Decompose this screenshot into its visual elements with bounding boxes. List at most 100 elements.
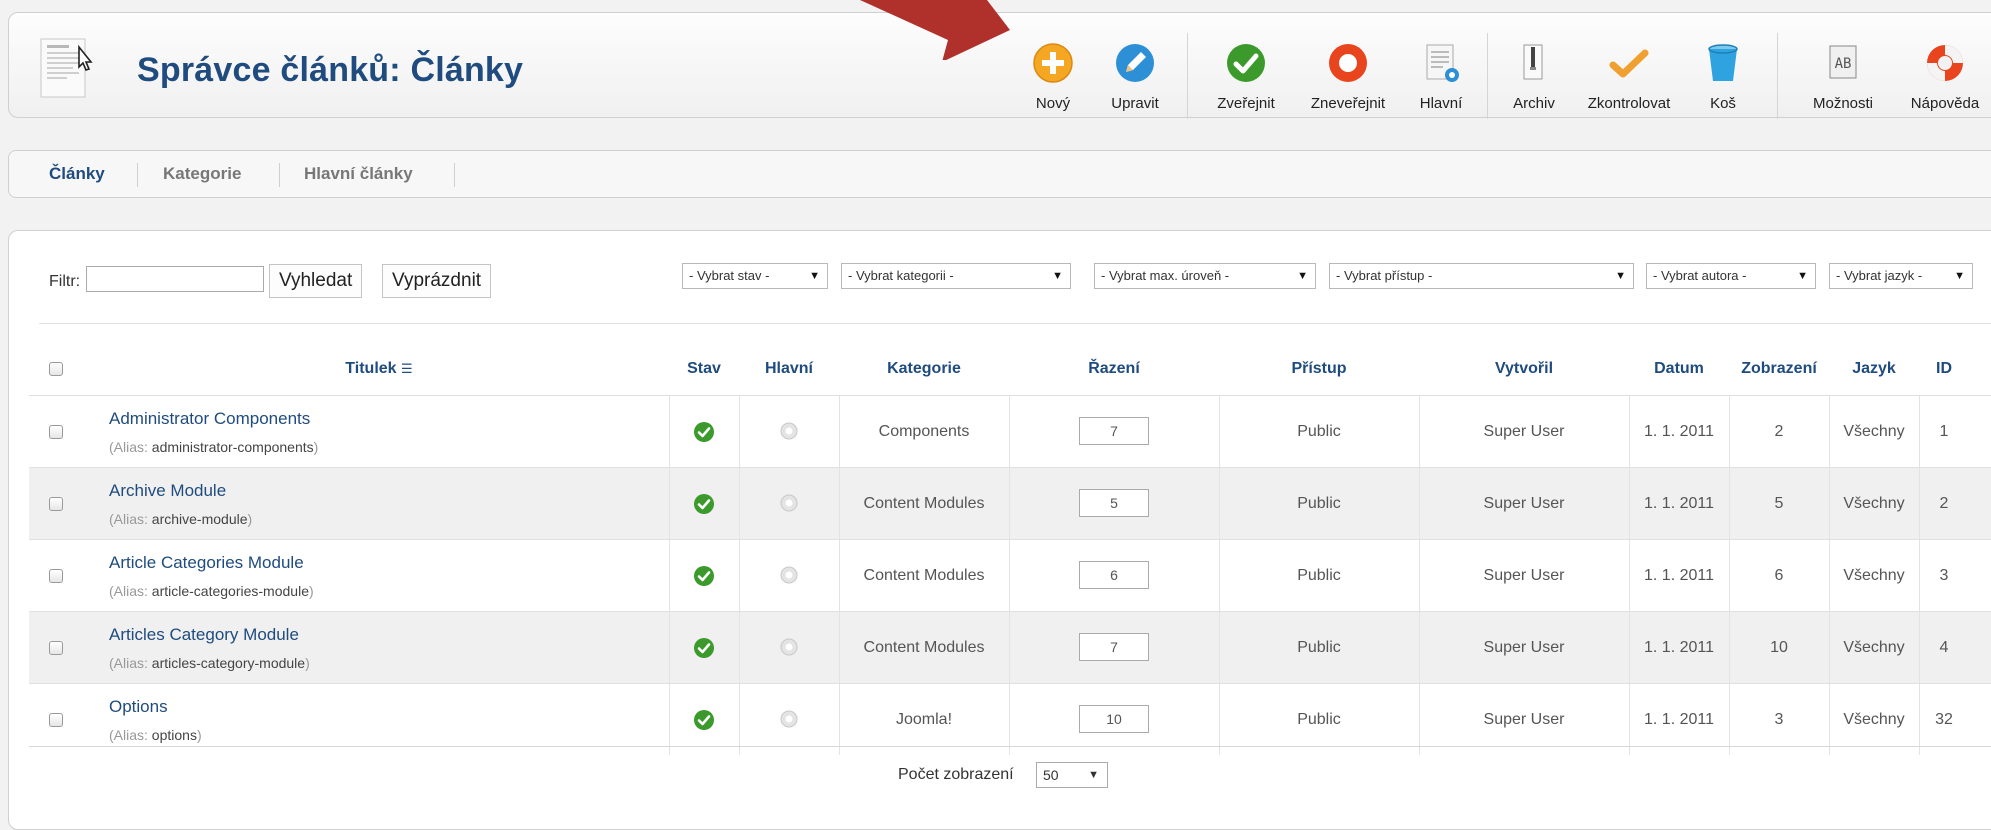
filter-label: Filtr:	[49, 273, 81, 290]
not-featured-icon[interactable]	[780, 710, 798, 728]
access-cell: Public	[1297, 567, 1341, 584]
archive-icon	[1523, 44, 1543, 80]
select-language[interactable]: - Vybrat jazyk - ▼	[1829, 263, 1973, 289]
id-cell: 4	[1939, 639, 1949, 656]
not-featured-icon[interactable]	[780, 422, 798, 440]
dropdown-arrow-icon: ▼	[809, 270, 820, 282]
trash-button-label: Koš	[1710, 95, 1736, 112]
ordering-input[interactable]: 5	[1079, 489, 1149, 517]
alias-value: article-categories-module	[151, 583, 309, 599]
unpublish-button[interactable]: Zneveřejnit	[1299, 23, 1397, 115]
hits-cell: 6	[1774, 567, 1784, 584]
article-title-link[interactable]: Archive Module	[109, 481, 226, 501]
alias-prefix: (Alias:	[109, 439, 152, 455]
svg-text:AB: AB	[1835, 56, 1852, 72]
published-check-icon[interactable]	[693, 709, 715, 731]
language-cell: Všechny	[1843, 495, 1905, 512]
ordering-input[interactable]: 7	[1079, 417, 1149, 445]
select-category[interactable]: - Vybrat kategorii - ▼	[841, 263, 1071, 289]
column-header-state[interactable]: Stav	[669, 343, 739, 395]
not-featured-icon[interactable]	[780, 494, 798, 512]
row-checkbox[interactable]	[49, 497, 63, 511]
edit-button-label: Upravit	[1111, 95, 1159, 112]
alias-value: administrator-components	[151, 439, 314, 455]
clear-button[interactable]: Vyprázdnit	[382, 264, 492, 298]
row-checkbox[interactable]	[49, 425, 63, 439]
not-featured-icon[interactable]	[780, 566, 798, 584]
column-header-author[interactable]: Vytvořil	[1419, 343, 1629, 395]
column-header-title[interactable]: Titulek ☰	[89, 343, 669, 395]
dropdown-arrow-icon: ▼	[1297, 270, 1308, 282]
column-header-category[interactable]: Kategorie	[839, 343, 1009, 395]
alias-suffix: )	[305, 655, 310, 671]
article-alias: (Alias: administrator-components)	[109, 439, 318, 455]
edit-button[interactable]: Upravit	[1099, 23, 1171, 115]
column-header-date[interactable]: Datum	[1629, 343, 1729, 395]
article-alias: (Alias: archive-module)	[109, 511, 252, 527]
article-title-link[interactable]: Article Categories Module	[109, 553, 304, 573]
alias-value: archive-module	[151, 511, 248, 527]
select-language-value: - Vybrat jazyk -	[1836, 268, 1923, 283]
publish-button[interactable]: Zveřejnit	[1202, 23, 1290, 115]
date-cell: 1. 1. 2011	[1644, 423, 1714, 440]
column-divider	[1009, 540, 1010, 611]
date-cell: 1. 1. 2011	[1644, 495, 1714, 512]
access-cell: Public	[1297, 639, 1341, 656]
column-header-hits[interactable]: Zobrazení	[1729, 343, 1829, 395]
search-input[interactable]	[86, 266, 264, 292]
tab-categories[interactable]: Kategorie	[163, 164, 241, 184]
table-row: Options (Alias: options) Joomla! 10 Public Su…	[29, 683, 1991, 755]
checkin-button[interactable]: Zkontrolovat	[1574, 23, 1684, 115]
row-checkbox[interactable]	[49, 641, 63, 655]
tab-articles[interactable]: Články	[49, 164, 105, 184]
alias-suffix: )	[313, 439, 319, 455]
pager-limit-value: 50	[1043, 767, 1059, 783]
column-divider	[1009, 684, 1010, 755]
column-header-id[interactable]: ID	[1919, 343, 1969, 395]
published-check-icon[interactable]	[693, 493, 715, 515]
trash-icon	[1708, 44, 1738, 81]
select-all-checkbox[interactable]	[49, 362, 63, 376]
ordering-input[interactable]: 7	[1079, 633, 1149, 661]
id-cell: 1	[1939, 423, 1949, 440]
tab-featured-articles[interactable]: Hlavní články	[304, 164, 413, 184]
help-button[interactable]: Nápověda	[1897, 23, 1991, 115]
alias-prefix: (Alias:	[109, 727, 152, 743]
options-button[interactable]: AB Možnosti	[1803, 23, 1883, 115]
row-checkbox[interactable]	[49, 713, 63, 727]
select-author[interactable]: - Vybrat autora - ▼	[1646, 263, 1816, 289]
published-check-icon[interactable]	[693, 421, 715, 443]
dropdown-arrow-icon: ▼	[1052, 270, 1063, 282]
pager-label: Počet zobrazení	[898, 766, 1014, 783]
published-check-icon[interactable]	[693, 637, 715, 659]
column-divider	[669, 540, 670, 611]
column-header-ordering[interactable]: Řazení	[1009, 343, 1219, 395]
alias-prefix: (Alias:	[109, 655, 152, 671]
row-checkbox[interactable]	[49, 569, 63, 583]
select-access[interactable]: - Vybrat přístup - ▼	[1329, 263, 1634, 289]
search-button[interactable]: Vyhledat	[269, 264, 363, 298]
author-cell: Super User	[1483, 639, 1565, 656]
article-title-link[interactable]: Articles Category Module	[109, 625, 299, 645]
published-check-icon[interactable]	[693, 565, 715, 587]
column-header-featured[interactable]: Hlavní	[739, 343, 839, 395]
ordering-input[interactable]: 6	[1079, 561, 1149, 589]
featured-button[interactable]: Hlavní	[1409, 23, 1473, 115]
article-title-link[interactable]: Administrator Components	[109, 409, 310, 429]
archive-button[interactable]: Archiv	[1501, 23, 1567, 115]
select-category-value: - Vybrat kategorii -	[848, 268, 954, 283]
pencil-icon	[1116, 44, 1154, 82]
author-cell: Super User	[1483, 567, 1565, 584]
select-state[interactable]: - Vybrat stav - ▼	[682, 263, 828, 289]
options-button-label: Možnosti	[1812, 95, 1874, 112]
ordering-input[interactable]: 10	[1079, 705, 1149, 733]
article-title-link[interactable]: Options	[109, 697, 168, 717]
trash-button[interactable]: Koš	[1693, 23, 1753, 115]
not-featured-icon[interactable]	[780, 638, 798, 656]
article-alias: (Alias: article-categories-module)	[109, 583, 314, 599]
column-header-language[interactable]: Jazyk	[1829, 343, 1919, 395]
select-max-level[interactable]: - Vybrat max. úroveň - ▼	[1094, 263, 1316, 289]
column-header-access[interactable]: Přístup	[1219, 343, 1419, 395]
pager-limit-select[interactable]: 50 ▼	[1036, 762, 1108, 788]
new-button-label: Nový	[1035, 95, 1071, 112]
